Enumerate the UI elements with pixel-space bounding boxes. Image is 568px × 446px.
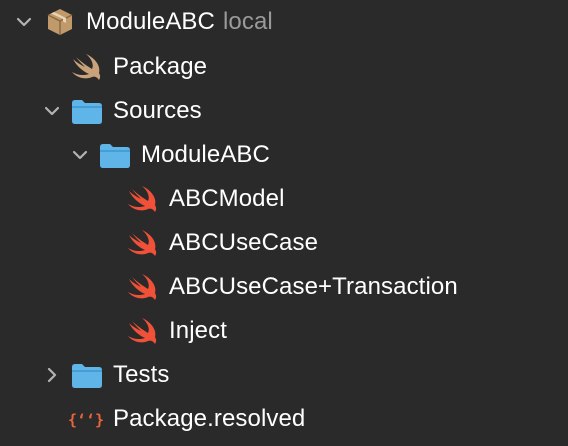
tree-item-label: ABCUseCase+Transaction [169, 273, 458, 300]
tree-row-tests-folder[interactable]: Tests [0, 353, 568, 397]
tree-row-package-resolved[interactable]: {‘‘} Package.resolved [0, 397, 568, 441]
swift-icon [126, 229, 160, 257]
tree-item-label: Package [113, 53, 208, 80]
tree-row-file[interactable]: Inject [0, 309, 568, 353]
tree-row-module-folder[interactable]: ModuleABC [0, 133, 568, 177]
tree-item-label: Package.resolved [113, 405, 306, 432]
tree-item-label: Tests [113, 361, 170, 388]
chevron-down-icon[interactable] [70, 145, 90, 165]
swift-icon [70, 53, 104, 81]
location-badge: local [222, 8, 273, 35]
chevron-right-icon[interactable] [42, 365, 62, 385]
chevron-down-icon[interactable] [42, 101, 62, 121]
package-name: ModuleABC [86, 8, 215, 35]
tree-item-label: ABCModel [169, 185, 285, 212]
svg-text:{‘‘}: {‘‘} [68, 411, 104, 429]
folder-icon [98, 141, 132, 169]
tree-item-label: ABCUseCase [169, 229, 319, 256]
package-box-icon [44, 6, 78, 35]
folder-icon [70, 97, 104, 125]
tree-row-file[interactable]: ABCModel [0, 177, 568, 221]
tree-row-package-root[interactable]: ModuleABC local [0, 0, 568, 44]
chevron-down-icon[interactable] [14, 12, 34, 32]
tree-row-file[interactable]: ABCUseCase+Transaction [0, 265, 568, 309]
tree-row-package-manifest[interactable]: Package [0, 45, 568, 89]
swift-icon [126, 273, 160, 301]
project-navigator: ModuleABC local Package Sources ModuleAB… [0, 0, 568, 446]
swift-icon [126, 185, 160, 213]
tree-row-file[interactable]: ABCUseCase [0, 221, 568, 265]
swift-icon [126, 317, 160, 345]
json-braces-icon: {‘‘} [68, 405, 104, 433]
tree-item-label: Sources [113, 97, 202, 124]
folder-icon [70, 361, 104, 389]
tree-item-label: Inject [169, 317, 227, 344]
tree-row-sources-folder[interactable]: Sources [0, 89, 568, 133]
tree-item-label: ModuleABC [141, 141, 270, 168]
package-root-label: ModuleABC local [86, 9, 273, 35]
